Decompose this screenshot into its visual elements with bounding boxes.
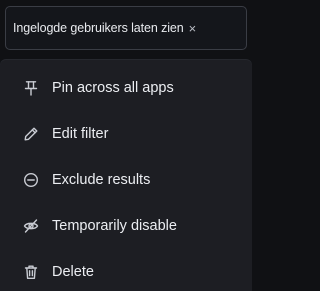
pin-icon [22, 79, 40, 97]
menu-item-exclude-results[interactable]: Exclude results [0, 157, 252, 203]
menu-item-label: Edit filter [52, 126, 109, 142]
close-icon[interactable]: × [189, 22, 197, 35]
trash-icon [22, 263, 40, 281]
filter-pill[interactable]: Ingelogde gebruikers laten zien × [5, 6, 247, 50]
filter-actions-menu: Pin across all apps Edit filter Exclude … [0, 60, 252, 291]
menu-item-label: Pin across all apps [52, 80, 174, 96]
menu-item-label: Delete [52, 264, 94, 280]
menu-item-pin-across-all-apps[interactable]: Pin across all apps [0, 65, 252, 111]
eye-slash-icon [22, 217, 40, 235]
menu-item-temporarily-disable[interactable]: Temporarily disable [0, 203, 252, 249]
filter-pill-label: Ingelogde gebruikers laten zien [13, 21, 184, 35]
menu-item-label: Exclude results [52, 172, 151, 188]
menu-item-edit-filter[interactable]: Edit filter [0, 111, 252, 157]
pencil-icon [22, 125, 40, 143]
menu-item-label: Temporarily disable [52, 218, 177, 234]
minus-circle-icon [22, 171, 40, 189]
filter-context-panel: Ingelogde gebruikers laten zien × Pin ac… [0, 0, 252, 291]
menu-item-delete[interactable]: Delete [0, 249, 252, 291]
